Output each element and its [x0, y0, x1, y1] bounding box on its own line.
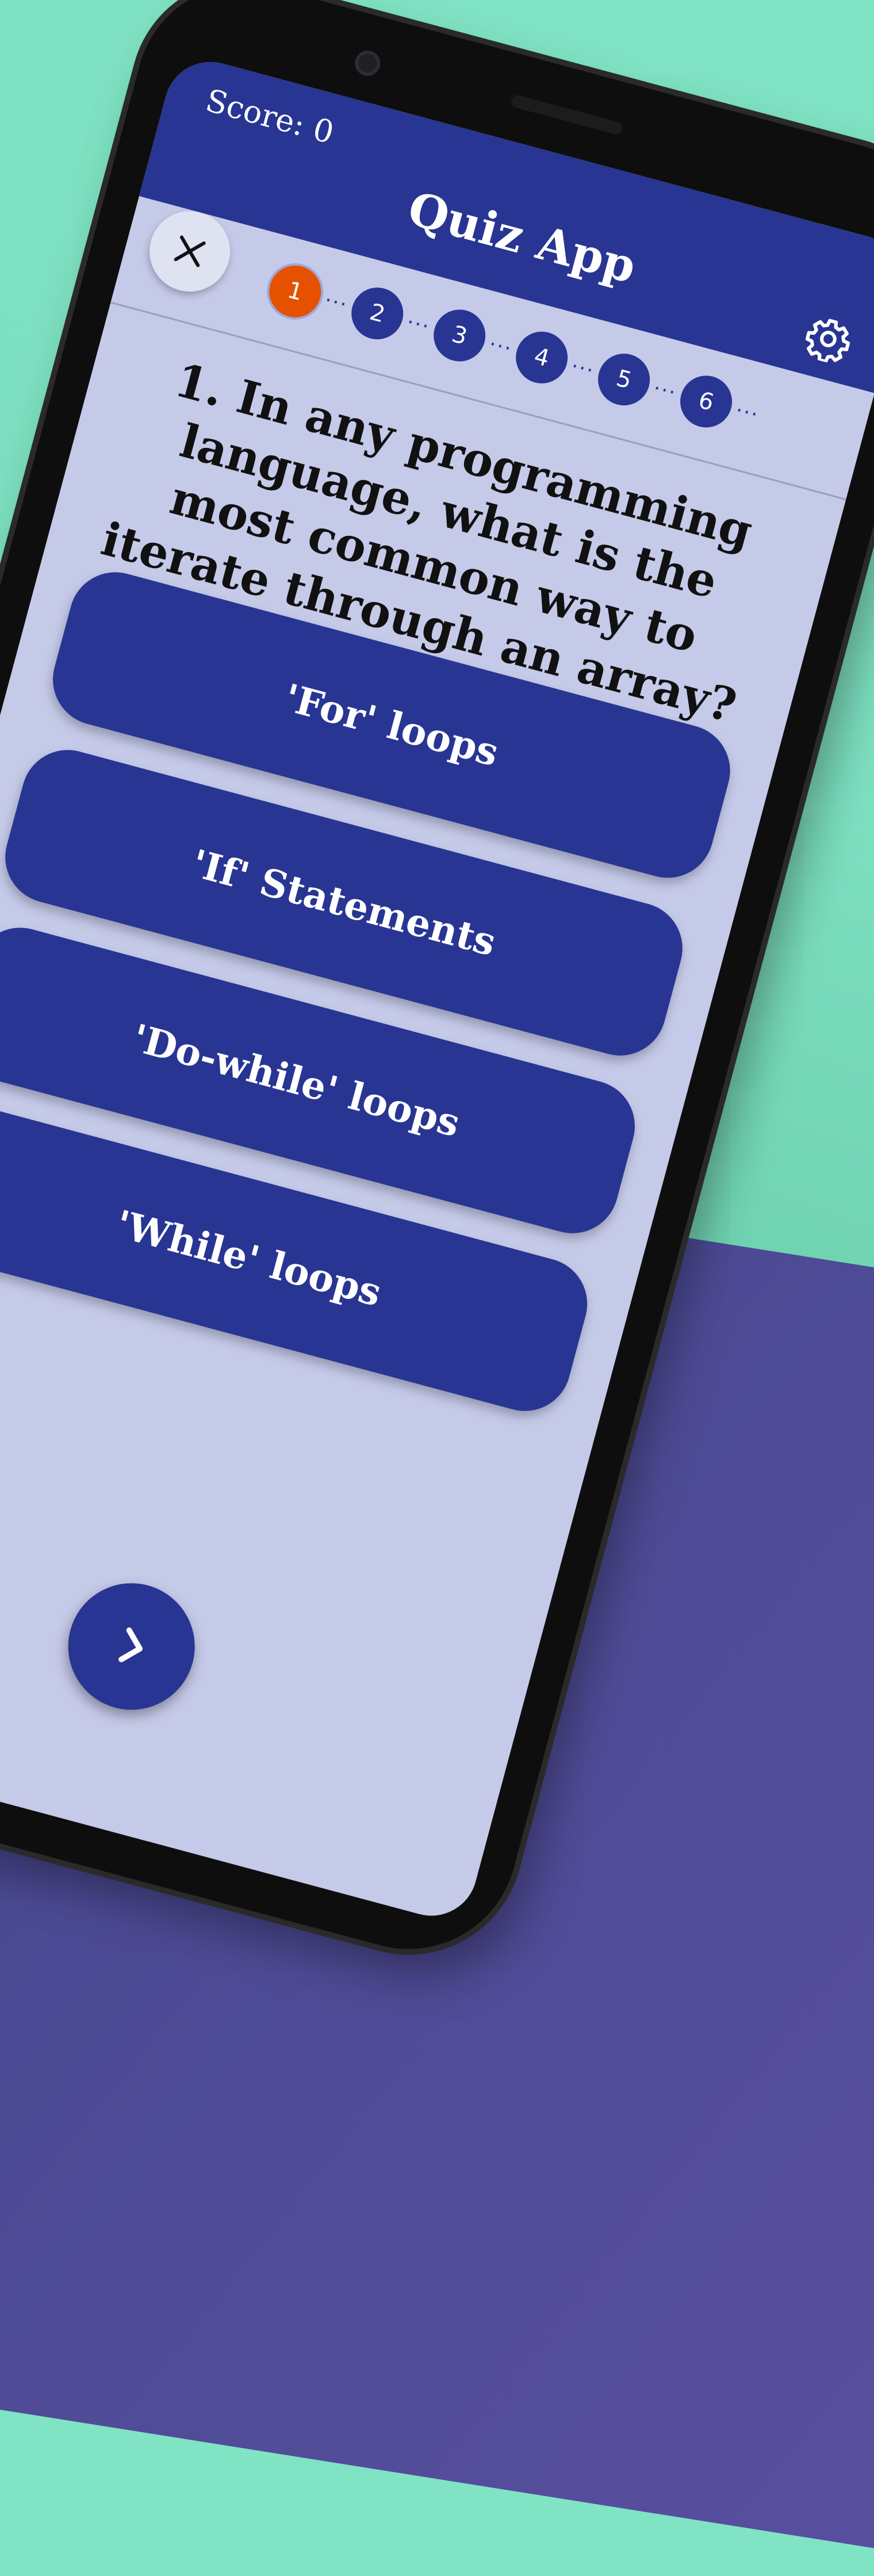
step-connector: ··· [486, 332, 515, 361]
step-connector: ··· [650, 376, 680, 405]
step-4[interactable]: 4 [510, 325, 574, 389]
phone-mockup-wrapper: Score: 0 Quiz App 1 ··· 2 ··· 3 ··· 4 ··… [0, 0, 874, 1974]
phone-frame: Score: 0 Quiz App 1 ··· 2 ··· 3 ··· 4 ··… [0, 0, 874, 1974]
next-button[interactable] [53, 1569, 209, 1724]
step-6[interactable]: 6 [674, 370, 738, 434]
earpiece-speaker [509, 94, 624, 136]
step-2[interactable]: 2 [346, 282, 409, 346]
step-connector: ··· [733, 398, 762, 427]
close-icon [174, 235, 206, 267]
step-1[interactable]: 1 [263, 259, 327, 323]
chevron-right-icon [118, 1627, 143, 1662]
question-number: 1. [169, 352, 230, 417]
step-5[interactable]: 5 [592, 347, 656, 412]
step-connector: ··· [404, 310, 433, 339]
front-camera [352, 48, 384, 79]
step-connector: ··· [321, 288, 351, 317]
step-connector: ··· [568, 354, 597, 383]
step-3[interactable]: 3 [428, 304, 492, 367]
app-screen: Score: 0 Quiz App 1 ··· 2 ··· 3 ··· 4 ··… [0, 51, 874, 1926]
